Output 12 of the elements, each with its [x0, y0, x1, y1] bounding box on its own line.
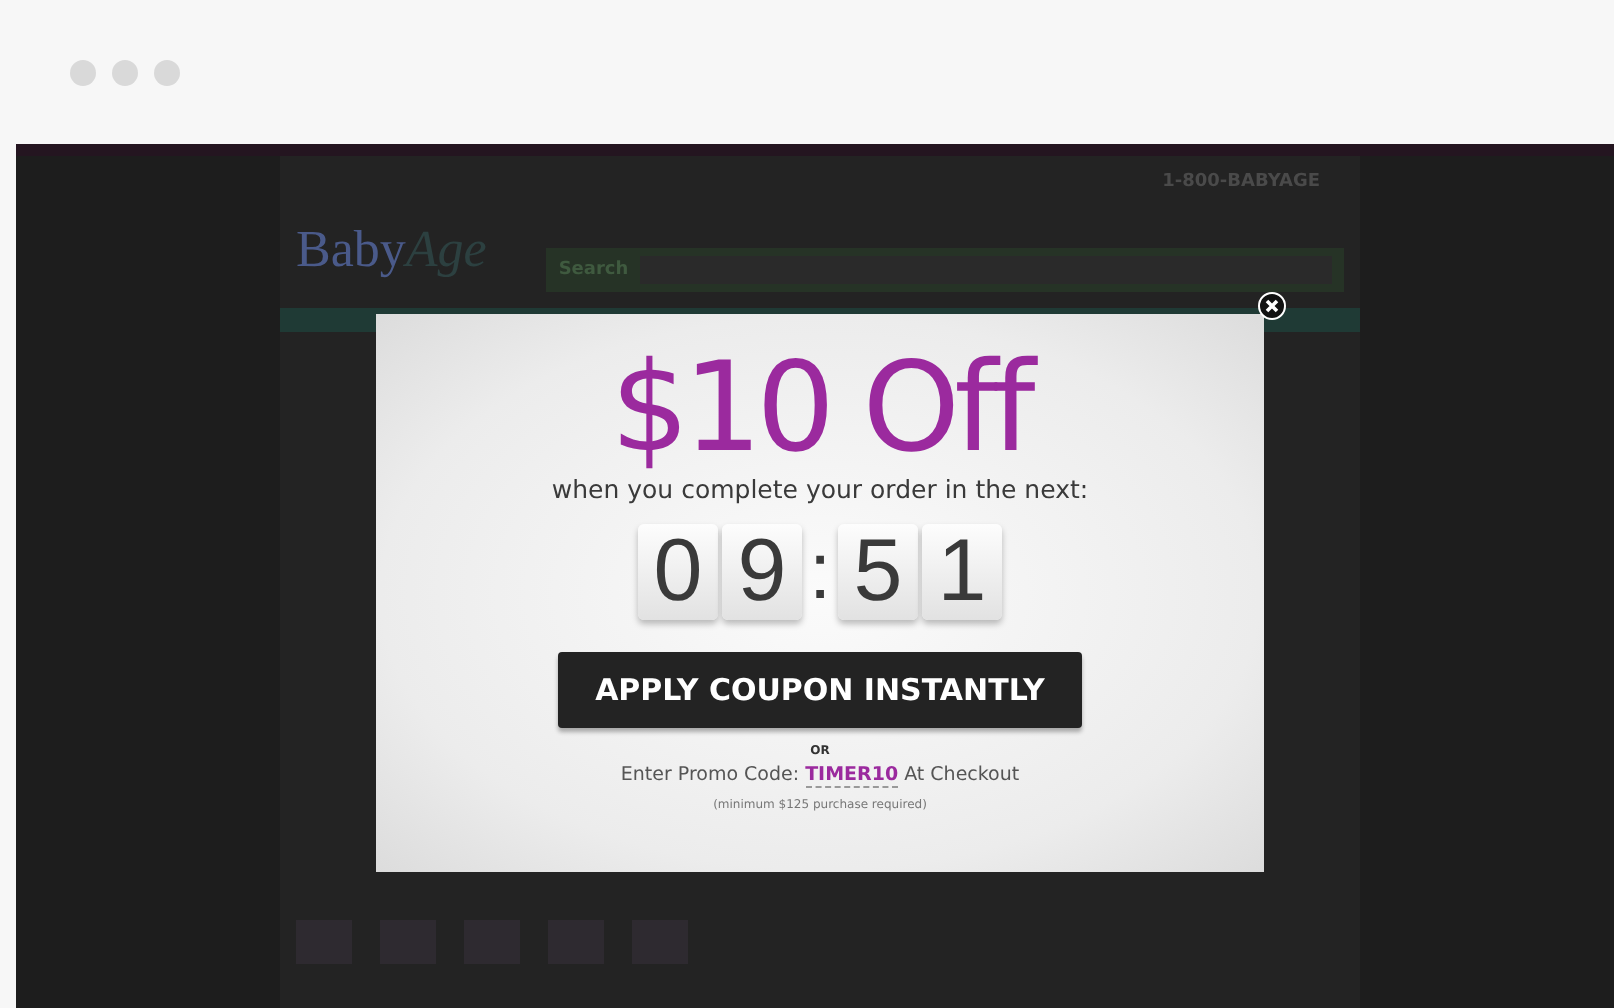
headline: $10 Off [610, 338, 1030, 478]
timer-separator: : [806, 527, 834, 617]
timer-digit: 0 [638, 524, 718, 620]
apply-coupon-button[interactable]: APPLY COUPON INSTANTLY [558, 652, 1082, 728]
window-dot [112, 59, 138, 85]
subtitle: when you complete your order in the next: [551, 474, 1089, 504]
timer-digit: 9 [722, 524, 802, 620]
window-dot [70, 59, 96, 85]
timer-digit: 1 [922, 524, 1002, 620]
window-dot [154, 59, 180, 85]
timer-digit: 5 [838, 524, 918, 620]
promo-code-text: Enter Promo Code: TIMER10 At Checkout [620, 764, 1020, 786]
